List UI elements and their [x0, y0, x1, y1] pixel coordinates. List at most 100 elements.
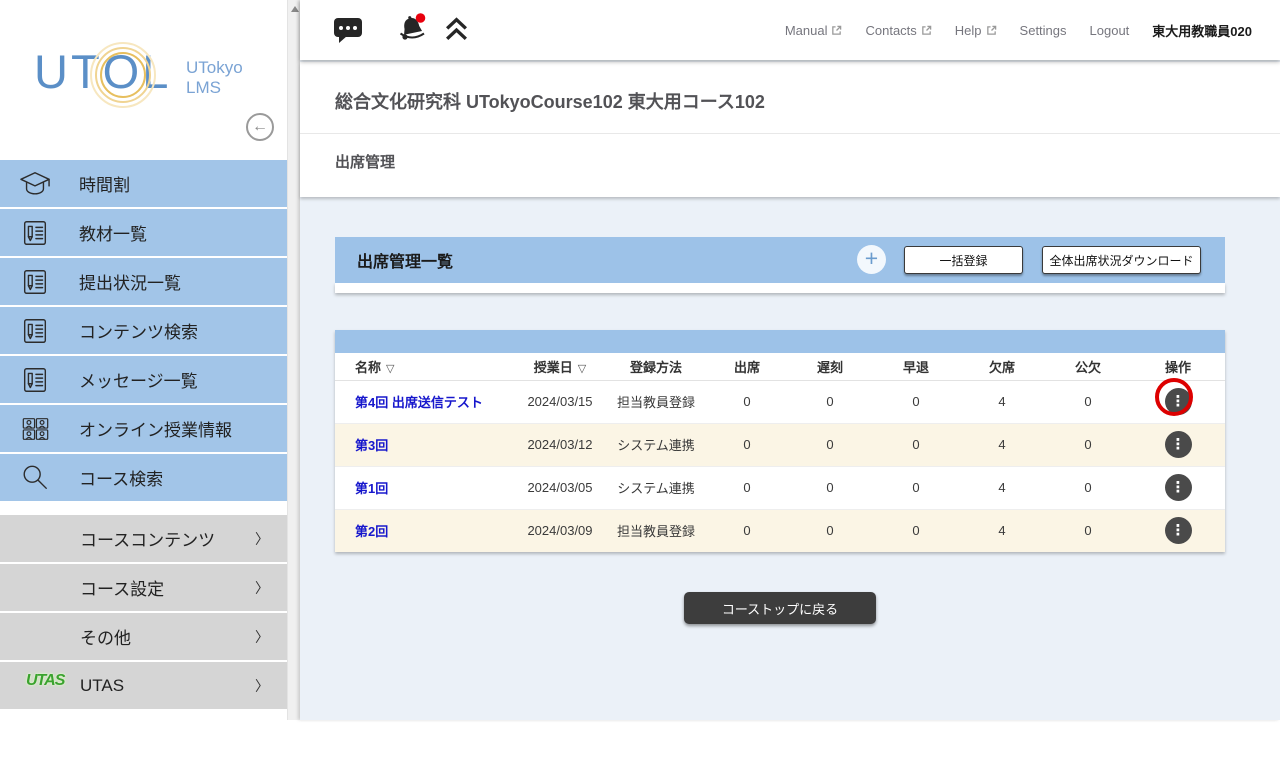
registration-method: システム連携 [605, 466, 707, 509]
attendance-session-link[interactable]: 第2回 [355, 524, 388, 539]
sidebar-scrollbar[interactable] [287, 0, 300, 720]
column-header-late: 遅刻 [787, 353, 873, 380]
sidebar-section-label: その他 [80, 624, 131, 649]
attendance-session-link[interactable]: 第3回 [355, 438, 388, 453]
sidebar-section-course-settings[interactable]: コース設定 〉 [0, 564, 287, 611]
chevron-right-icon: 〉 [255, 627, 269, 647]
notification-bell-icon[interactable] [396, 11, 430, 50]
external-link-icon [831, 25, 842, 36]
sidebar-item-label: 提出状況一覧 [79, 269, 181, 294]
external-link-icon [986, 25, 997, 36]
sidebar-item-materials[interactable]: 教材一覧 [0, 209, 287, 256]
excused-count: 0 [1045, 380, 1131, 423]
utol-logo: UT O L [34, 44, 171, 99]
excused-count: 0 [1045, 423, 1131, 466]
sidebar-item-content-search[interactable]: コンテンツ検索 [0, 307, 287, 354]
vertical-ellipsis-icon: ⋮ [1171, 522, 1186, 539]
graduation-cap-icon [17, 169, 53, 199]
sidebar-item-label: コース検索 [79, 465, 163, 490]
attendance-panel: 出席管理一覧 + 一括登録 全体出席状況ダウンロード [335, 237, 1225, 293]
vertical-ellipsis-icon: ⋮ [1171, 436, 1186, 453]
class-date: 2024/03/12 [515, 423, 605, 466]
footer-row: コーストップに戻る [335, 592, 1225, 624]
main-area: Manual Contacts Help Settings Logout 東大用… [300, 0, 1280, 720]
logout-link[interactable]: Logout [1090, 23, 1130, 38]
sidebar-item-label: コンテンツ検索 [79, 318, 198, 343]
table-top-bar [335, 330, 1225, 353]
external-link-icon [921, 25, 932, 36]
early-leave-count: 0 [873, 423, 959, 466]
table-row: 第1回 2024/03/05 システム連携 0 0 0 4 0 ⋮ [335, 466, 1225, 509]
late-count: 0 [787, 380, 873, 423]
attendance-count: 0 [707, 423, 787, 466]
contacts-link[interactable]: Contacts [865, 23, 931, 38]
sidebar-section-label: コースコンテンツ [80, 526, 215, 551]
page-title: 出席管理 [300, 134, 1280, 172]
column-header-name[interactable]: 名称▽ [335, 353, 515, 380]
sidebar-item-online-class-info[interactable]: オンライン授業情報 [0, 405, 287, 452]
column-header-date[interactable]: 授業日▽ [515, 353, 605, 380]
panel-body-strip [335, 283, 1225, 293]
sidebar-section-utas[interactable]: UTAS UTAS 〉 [0, 662, 287, 709]
clipboard-icon [17, 267, 53, 297]
registration-method: 担当教員登録 [605, 380, 707, 423]
sidebar-item-course-search[interactable]: コース検索 [0, 454, 287, 501]
collapse-topbar-icon[interactable] [444, 16, 469, 48]
registration-method: システム連携 [605, 423, 707, 466]
attendance-count: 0 [707, 509, 787, 552]
sidebar-item-submission-status[interactable]: 提出状況一覧 [0, 258, 287, 305]
row-actions-menu-button[interactable]: ⋮ [1165, 474, 1192, 501]
column-header-actions: 操作 [1131, 353, 1225, 380]
help-link[interactable]: Help [955, 23, 997, 38]
bulk-register-button[interactable]: 一括登録 [904, 246, 1023, 274]
back-to-course-top-button[interactable]: コーストップに戻る [684, 592, 876, 624]
download-all-attendance-button[interactable]: 全体出席状況ダウンロード [1042, 246, 1201, 274]
logo-area: UT O L UTokyo LMS ← [0, 0, 287, 160]
topbar: Manual Contacts Help Settings Logout 東大用… [300, 0, 1280, 60]
sidebar-collapse-button[interactable]: ← [246, 113, 274, 141]
absence-count: 4 [959, 380, 1045, 423]
sidebar-section-others[interactable]: その他 〉 [0, 613, 287, 660]
early-leave-count: 0 [873, 380, 959, 423]
sidebar-section-course-contents[interactable]: コースコンテンツ 〉 [0, 515, 287, 562]
attendance-session-link[interactable]: 第1回 [355, 481, 388, 496]
column-header-early-leave: 早退 [873, 353, 959, 380]
absence-count: 4 [959, 423, 1045, 466]
plus-icon: + [865, 245, 878, 271]
settings-link[interactable]: Settings [1020, 23, 1067, 38]
vertical-ellipsis-icon: ⋮ [1171, 393, 1186, 410]
absence-count: 4 [959, 509, 1045, 552]
early-leave-count: 0 [873, 509, 959, 552]
row-actions-menu-button[interactable]: ⋮ [1165, 388, 1192, 415]
logo-text: UT [34, 44, 103, 99]
course-header-card: 総合文化研究科 UTokyoCourse102 東大用コース102 出席管理 [300, 62, 1280, 197]
messages-icon[interactable] [334, 18, 362, 37]
sidebar-item-label: メッセージ一覧 [79, 367, 198, 392]
scroll-up-arrow-icon[interactable] [291, 6, 299, 12]
clipboard-icon [17, 218, 53, 248]
sidebar-item-messages[interactable]: メッセージ一覧 [0, 356, 287, 403]
column-header-method: 登録方法 [605, 353, 707, 380]
sidebar-item-timetable[interactable]: 時間割 [0, 160, 287, 207]
column-header-absence: 欠席 [959, 353, 1045, 380]
row-actions-menu-button[interactable]: ⋮ [1165, 517, 1192, 544]
utas-logo-icon: UTAS [26, 672, 64, 690]
chevron-right-icon: 〉 [255, 676, 269, 696]
table-row: 第4回 出席送信テスト 2024/03/15 担当教員登録 0 0 0 4 0 … [335, 380, 1225, 423]
class-date: 2024/03/05 [515, 466, 605, 509]
manual-link[interactable]: Manual [785, 23, 843, 38]
add-attendance-button[interactable]: + [857, 245, 886, 274]
left-arrow-icon: ← [252, 118, 268, 135]
sort-icon[interactable]: ▽ [386, 363, 394, 375]
sidebar-section-label: コース設定 [80, 575, 164, 600]
vertical-ellipsis-icon: ⋮ [1171, 479, 1186, 496]
row-actions-menu-button[interactable]: ⋮ [1165, 431, 1192, 458]
sidebar-item-label: 時間割 [79, 171, 130, 196]
attendance-session-link[interactable]: 第4回 出席送信テスト [355, 395, 483, 410]
panel-title: 出席管理一覧 [357, 248, 453, 272]
table-row: 第2回 2024/03/09 担当教員登録 0 0 0 4 0 ⋮ [335, 509, 1225, 552]
sidebar-section-label: UTAS [80, 676, 124, 696]
sort-icon[interactable]: ▽ [578, 363, 586, 375]
table-header-row: 名称▽ 授業日▽ 登録方法 出席 遅刻 早退 欠席 公欠 操作 [335, 353, 1225, 380]
content-area: 出席管理一覧 + 一括登録 全体出席状況ダウンロード [300, 237, 1280, 760]
